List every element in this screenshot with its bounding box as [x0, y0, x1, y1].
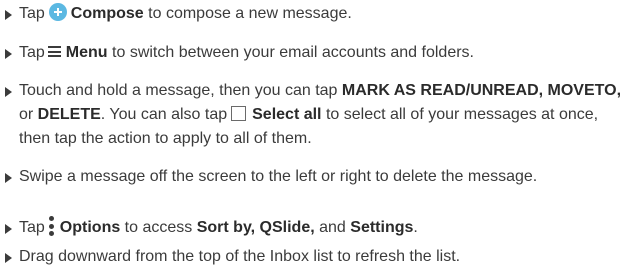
select-all-label: Select all	[252, 106, 322, 123]
list-item-menu: Tap Menu to switch between your email acc…	[5, 41, 624, 65]
item-text: .	[413, 219, 418, 236]
item-text: Tap	[19, 5, 45, 22]
item-text: and	[314, 219, 351, 236]
bullet-triangle-icon	[5, 87, 12, 97]
settings-label: Settings	[350, 219, 414, 236]
options-label: Options	[59, 219, 121, 236]
bullet-triangle-icon	[5, 49, 12, 59]
sort-by-label: Sort by,	[196, 219, 256, 236]
bullet-triangle-icon	[5, 224, 12, 234]
item-text: Tap	[19, 219, 45, 236]
instruction-page: Tap Compose to compose a new message. Tap…	[0, 0, 628, 271]
item-text: to access	[120, 219, 197, 236]
menu-label: Menu	[65, 44, 108, 61]
options-icon	[48, 216, 54, 236]
item-text: Touch and hold a message, then you can t…	[19, 82, 342, 99]
qslide-label: QSlide,	[259, 219, 315, 236]
move-to-label: MOVETO,	[547, 82, 622, 99]
mark-read-label: MARK AS READ/UNREAD,	[341, 82, 544, 99]
list-item-drag-refresh: Drag downward from the top of the Inbox …	[5, 245, 624, 269]
list-item-swipe: Swipe a message off the screen to the le…	[5, 165, 624, 189]
item-text: to switch between your email accounts an…	[107, 44, 474, 61]
menu-icon	[47, 46, 61, 57]
item-text: Tap	[19, 44, 45, 61]
compose-icon	[48, 3, 67, 21]
compose-label: Compose	[70, 5, 144, 22]
item-text: Drag downward from the top of the Inbox …	[19, 248, 461, 265]
item-text: or	[19, 106, 38, 123]
bullet-triangle-icon	[5, 173, 12, 183]
bullet-triangle-icon	[5, 253, 12, 263]
item-text: . You can also tap	[100, 106, 228, 123]
item-text: to compose a new message.	[143, 5, 352, 22]
item-text: Swipe a message off the screen to the le…	[19, 168, 538, 185]
list-item-compose: Tap Compose to compose a new message.	[5, 2, 624, 26]
bullet-triangle-icon	[5, 10, 12, 20]
list-item-options: Tap Options to access Sort by, QSlide, an…	[5, 216, 624, 240]
delete-label: DELETE	[37, 106, 101, 123]
list-item-touch-hold: Touch and hold a message, then you can t…	[5, 79, 624, 151]
checkbox-icon	[231, 106, 247, 121]
